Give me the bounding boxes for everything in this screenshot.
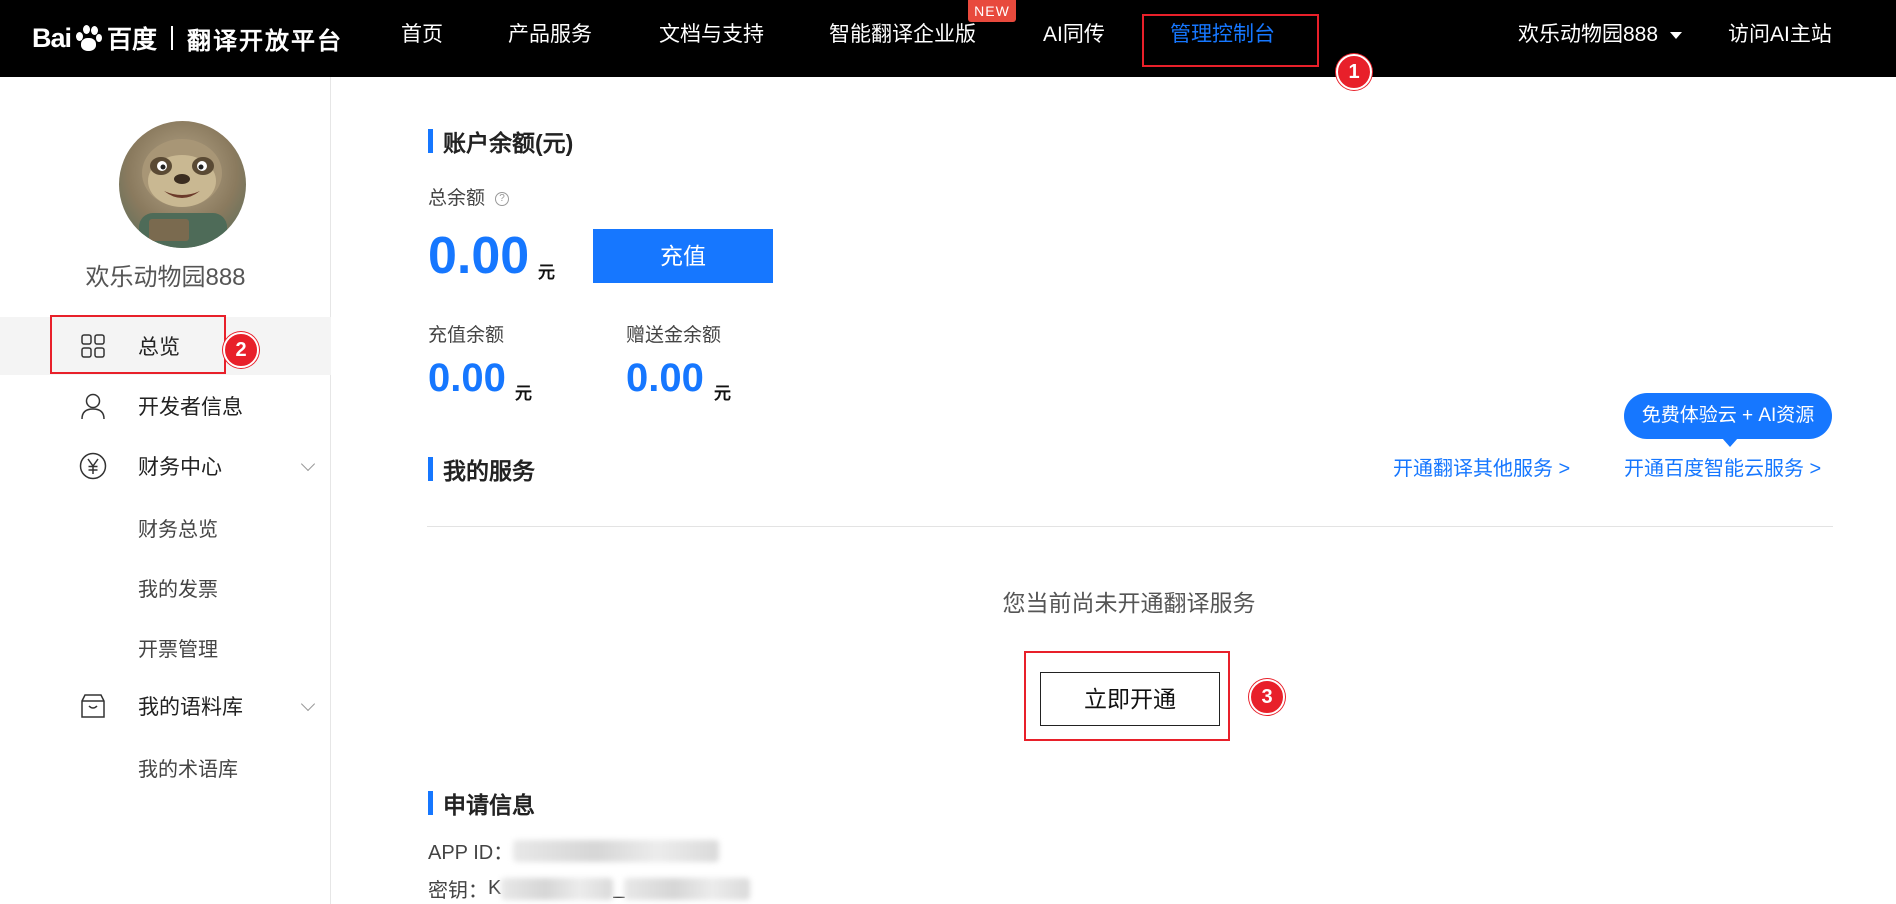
user-icon: [78, 391, 108, 421]
grid-icon: [78, 331, 108, 361]
recharge-balance-unit: 元: [515, 384, 532, 403]
sidebar-item-corpus[interactable]: 我的语料库: [0, 677, 331, 735]
gift-balance-label: 赠送金余额: [626, 325, 722, 346]
secret-row: 密钥： K _: [428, 874, 751, 903]
sidebar-item-label: 财务中心: [138, 456, 222, 479]
total-balance-label: 总余额?: [428, 183, 510, 210]
total-balance-unit: 元: [538, 263, 555, 282]
avatar[interactable]: [119, 121, 246, 248]
sidebar-item-label: 总览: [138, 336, 180, 359]
sidebar-item-invoice-management[interactable]: 开票管理: [138, 633, 218, 662]
caret-down-icon: [1670, 31, 1683, 39]
chevron-down-icon[interactable]: [300, 456, 316, 472]
sidebar-item-label: 我的语料库: [138, 696, 243, 719]
sidebar-item-finance-center[interactable]: 财务中心: [0, 437, 331, 495]
services-section-title: 我的服务: [428, 452, 535, 486]
nav-enterprise[interactable]: 智能翻译企业版: [829, 20, 976, 50]
annotation-marker-2: 2: [223, 332, 259, 368]
annotation-marker-1: 1: [1336, 54, 1372, 90]
app-id-row: APP ID：: [428, 836, 720, 865]
baidu-logo[interactable]: Bai 百度 翻译开放平台: [32, 18, 343, 58]
logo-divider: [171, 26, 174, 50]
sidebar-item-developer-info[interactable]: 开发者信息: [0, 377, 331, 435]
chevron-down-icon[interactable]: [300, 696, 316, 712]
recharge-balance-value: 0.00: [428, 356, 506, 400]
section-accent-bar: [428, 457, 433, 481]
nav-docs[interactable]: 文档与支持: [659, 20, 764, 50]
free-trial-promo-bubble[interactable]: 免费体验云 + AI资源: [1624, 393, 1832, 447]
application-section-title: 申请信息: [428, 786, 535, 820]
sidebar-item-label: 开发者信息: [138, 396, 243, 419]
secret-blurred-part-1: [501, 877, 614, 900]
nav-console[interactable]: 管理控制台: [1170, 20, 1275, 50]
nav-home[interactable]: 首页: [401, 20, 443, 50]
sidebar-item-terminology[interactable]: 我的术语库: [138, 753, 238, 782]
secret-separator: _: [613, 877, 625, 899]
recharge-balance-label: 充值余额: [428, 325, 505, 346]
open-other-services-link[interactable]: 开通翻译其他服务 >: [1393, 452, 1570, 481]
secret-blurred-part-2: [624, 877, 751, 900]
paw-icon: [73, 23, 103, 53]
activate-now-button[interactable]: 立即开通: [1040, 672, 1220, 726]
top-navigation-bar: Bai 百度 翻译开放平台 首页 产品服务 文档与支持 智能翻译企业版 NEW …: [0, 0, 1896, 77]
nav-products[interactable]: 产品服务: [508, 20, 592, 50]
recharge-button[interactable]: 充值: [593, 229, 773, 283]
new-badge: NEW: [968, 0, 1016, 22]
yuan-icon: [78, 451, 108, 481]
logo-bai-text: Bai: [32, 22, 72, 53]
secret-label: 密钥：: [428, 880, 488, 902]
section-accent-bar: [428, 129, 433, 153]
sidebar-username: 欢乐动物园888: [85, 264, 246, 291]
logo-baidu-cn: 百度: [107, 26, 158, 54]
app-id-blurred-value: [513, 839, 720, 862]
no-service-message: 您当前尚未开通翻译服务: [1002, 590, 1256, 616]
avatar-sloth-image: [139, 139, 227, 248]
box-icon: [78, 691, 108, 721]
sidebar: 欢乐动物园888 总览 开发者信息 财务中心 财务总览 我的发票 开票管理 我的…: [0, 77, 331, 904]
sidebar-item-finance-overview[interactable]: 财务总览: [138, 513, 218, 542]
gift-balance-unit: 元: [714, 384, 731, 403]
open-baidu-cloud-link[interactable]: 开通百度智能云服务 >: [1624, 452, 1821, 481]
logo-subtitle: 翻译开放平台: [187, 27, 344, 55]
total-balance-value: 0.00: [428, 227, 530, 285]
balance-section-title: 账户余额(元): [428, 124, 573, 158]
user-menu[interactable]: 欢乐动物园888: [1518, 20, 1683, 50]
annotation-marker-3: 3: [1249, 679, 1285, 715]
user-menu-name: 欢乐动物园888: [1518, 23, 1659, 46]
app-id-label: APP ID：: [428, 842, 514, 864]
gift-balance-value: 0.00: [626, 356, 704, 400]
nav-ai-interpret[interactable]: AI同传: [1043, 20, 1105, 50]
secret-prefix: K: [488, 877, 502, 899]
help-icon[interactable]: ?: [495, 191, 510, 206]
services-divider: [427, 526, 1833, 527]
visit-ai-site-link[interactable]: 访问AI主站: [1728, 20, 1832, 50]
section-accent-bar: [428, 791, 433, 815]
sidebar-item-overview[interactable]: 总览: [0, 317, 331, 375]
